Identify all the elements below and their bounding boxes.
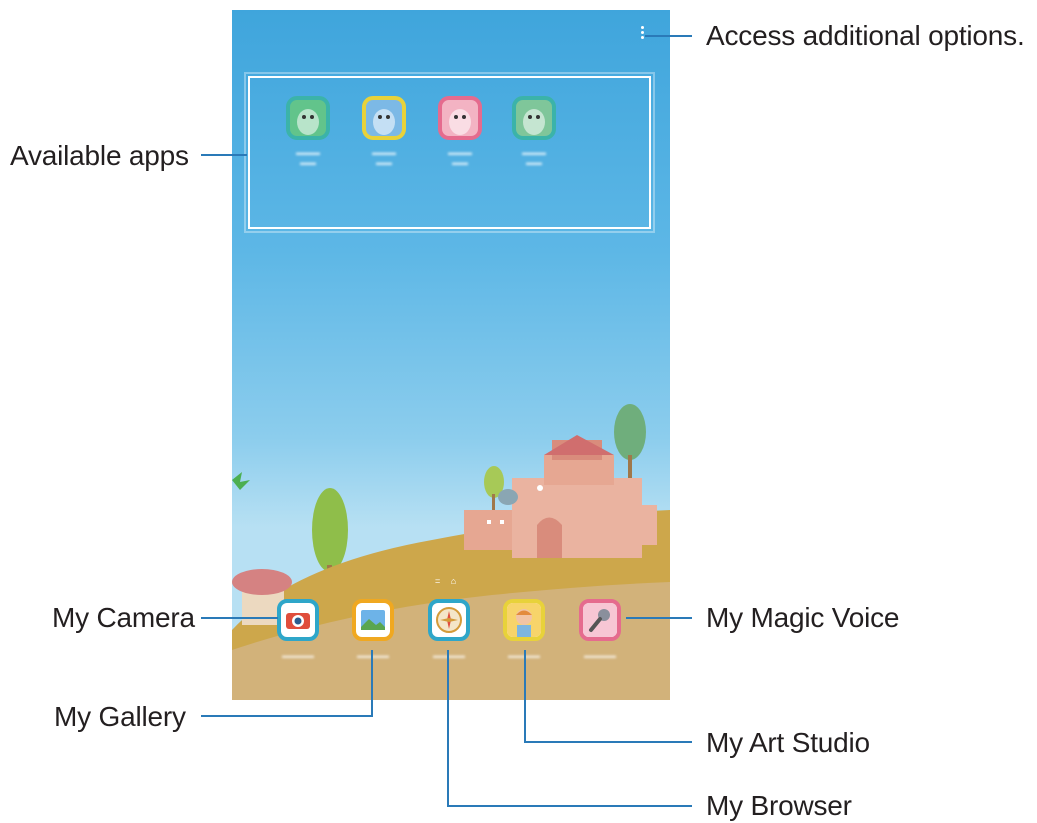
callout-my-gallery: My Gallery [54, 701, 186, 732]
callout-my-art-studio: My Art Studio [706, 727, 870, 758]
callout-my-camera: My Camera [52, 602, 195, 633]
callout-my-magic-voice: My Magic Voice [706, 602, 900, 633]
callout-access-options: Access additional options. [706, 20, 1025, 51]
callout-available-apps: Available apps [10, 140, 189, 171]
callout-lines [201, 35, 692, 807]
callout-my-browser: My Browser [706, 790, 852, 821]
